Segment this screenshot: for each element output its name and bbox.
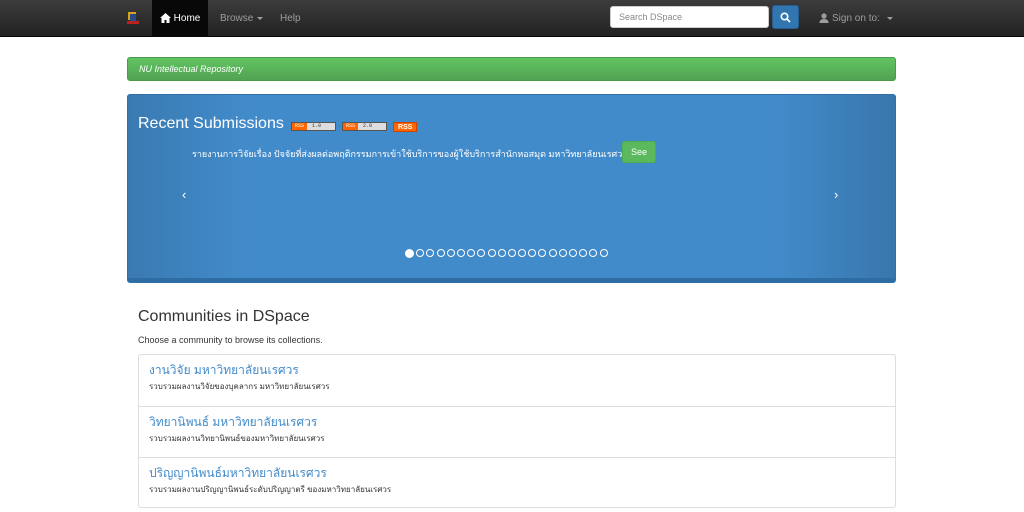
home-icon bbox=[159, 13, 171, 23]
carousel-indicator-dot[interactable] bbox=[477, 249, 486, 257]
carousel-bottom-edge bbox=[128, 278, 895, 282]
community-link[interactable]: งานวิจัย มหาวิทยาลัยนเรศวร bbox=[149, 361, 299, 380]
carousel-indicator-dot[interactable] bbox=[456, 249, 465, 257]
feed-badge-left: RSS bbox=[343, 123, 359, 130]
carousel-indicator-dot[interactable] bbox=[497, 249, 506, 257]
carousel-indicator-dot[interactable] bbox=[507, 249, 516, 257]
carousel-indicator-dot[interactable] bbox=[446, 249, 455, 257]
nav-home-label: Home bbox=[173, 12, 201, 24]
feed-badge-left: RSS bbox=[292, 123, 308, 130]
carousel-indicator-dot[interactable] bbox=[538, 249, 547, 257]
chevron-down-icon bbox=[886, 16, 893, 20]
user-icon bbox=[819, 13, 829, 23]
chevron-down-icon bbox=[257, 16, 264, 20]
carousel-indicator-dot[interactable] bbox=[599, 249, 608, 257]
list-item: วิทยานิพนธ์ มหาวิทยาลัยนเรศวร รวบรวมผลงา… bbox=[139, 406, 895, 457]
carousel-indicator-dot[interactable] bbox=[528, 249, 537, 257]
carousel-indicator-dot[interactable] bbox=[579, 249, 588, 257]
carousel-indicator-dot[interactable] bbox=[589, 249, 598, 257]
carousel-indicator-dot[interactable] bbox=[558, 249, 567, 257]
carousel-indicators bbox=[405, 249, 608, 258]
carousel-indicator-dot[interactable] bbox=[518, 249, 527, 257]
dspace-logo-icon[interactable] bbox=[126, 10, 140, 26]
carousel-indicator-dot[interactable] bbox=[487, 249, 496, 257]
see-button[interactable]: See bbox=[622, 141, 656, 163]
community-description: รวบรวมผลงานปริญญานิพนธ์ระดับปริญญาตรี ขอ… bbox=[149, 485, 392, 494]
rss-1-feed-button[interactable]: RSS 1.0 bbox=[291, 122, 337, 131]
repository-banner: NU Intellectual Repository bbox=[127, 57, 896, 81]
carousel-indicator-dot[interactable] bbox=[416, 249, 425, 257]
carousel-indicator-dot[interactable] bbox=[436, 249, 445, 257]
carousel-indicator-dot[interactable] bbox=[426, 249, 435, 257]
nav-home-link[interactable]: Home bbox=[152, 0, 208, 36]
communities-list: งานวิจัย มหาวิทยาลัยนเรศวร รวบรวมผลงานวิ… bbox=[138, 354, 896, 508]
communities-title: Communities in DSpace bbox=[138, 308, 310, 325]
signon-dropdown[interactable]: Sign on to: bbox=[819, 0, 893, 36]
list-item: งานวิจัย มหาวิทยาลัยนเรศวร รวบรวมผลงานวิ… bbox=[139, 355, 895, 406]
nav-browse-label: Browse bbox=[220, 12, 254, 24]
recent-submissions-carousel: Recent Submissions RSS 1.0 RSS 2.0 RSS ร… bbox=[127, 94, 896, 283]
top-navbar: Home Browse Help Sign on to: bbox=[0, 0, 1024, 37]
carousel-prev-button[interactable]: ‹ bbox=[182, 187, 186, 202]
communities-subtitle: Choose a community to browse its collect… bbox=[138, 335, 323, 345]
search-input[interactable] bbox=[610, 6, 769, 28]
search-icon bbox=[780, 11, 791, 23]
carousel-item-text: รายงานการวิจัยเรื่อง ปัจจัยที่ส่งผลต่อพฤ… bbox=[192, 149, 628, 159]
feed-badge-right: 1.0 bbox=[307, 123, 336, 130]
carousel-title: Recent Submissions bbox=[138, 115, 284, 132]
search-button[interactable] bbox=[772, 5, 799, 29]
rss-2-feed-button[interactable]: RSS 2.0 bbox=[342, 122, 388, 131]
community-description: รวบรวมผลงานวิจัยของบุคลากร มหาวิทยาลัยนเ… bbox=[149, 382, 330, 391]
community-link[interactable]: วิทยานิพนธ์ มหาวิทยาลัยนเรศวร bbox=[149, 413, 317, 432]
nav-help-link[interactable]: Help bbox=[280, 0, 301, 36]
list-item: ปริญญานิพนธ์มหาวิทยาลัยนเรศวร รวบรวมผลงา… bbox=[139, 457, 895, 508]
feed-badge-right: 2.0 bbox=[358, 123, 387, 130]
signon-label: Sign on to: bbox=[832, 12, 880, 24]
carousel-indicator-dot[interactable] bbox=[467, 249, 476, 257]
nav-browse-dropdown[interactable]: Browse bbox=[220, 0, 264, 36]
repository-banner-text: NU Intellectual Repository bbox=[139, 64, 244, 74]
carousel-indicator-dot[interactable] bbox=[405, 249, 414, 258]
carousel-indicator-dot[interactable] bbox=[548, 249, 557, 257]
carousel-indicator-dot[interactable] bbox=[569, 249, 577, 257]
nav-help-label: Help bbox=[280, 12, 301, 24]
feed-badges: RSS 1.0 RSS 2.0 RSS bbox=[291, 122, 418, 132]
community-link[interactable]: ปริญญานิพนธ์มหาวิทยาลัยนเรศวร bbox=[149, 464, 327, 483]
community-description: รวบรวมผลงานวิทยานิพนธ์ของมหาวิทยาลัยนเรศ… bbox=[149, 434, 325, 443]
carousel-next-button[interactable]: › bbox=[834, 187, 838, 202]
rss-feed-button[interactable]: RSS bbox=[393, 122, 418, 132]
